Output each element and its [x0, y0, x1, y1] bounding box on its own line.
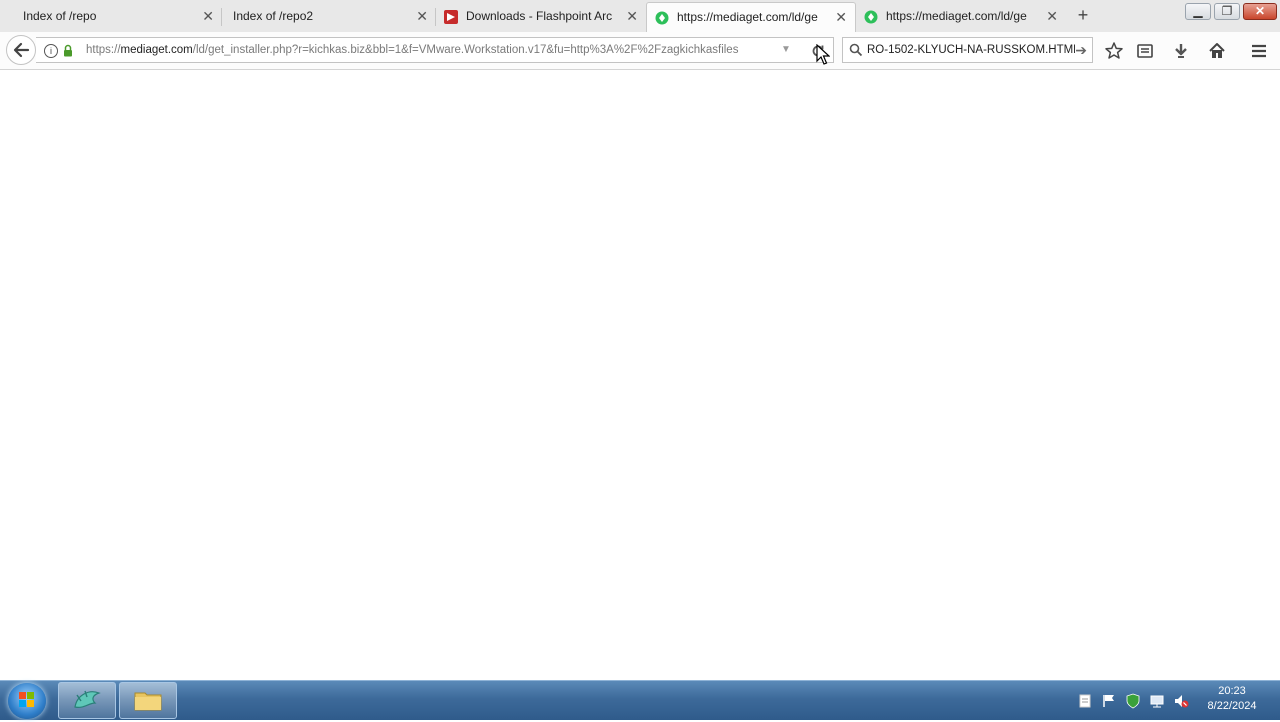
lock-icon[interactable] [63, 44, 73, 57]
browser-dragon-icon [74, 690, 101, 709]
search-bar[interactable]: RO-1502-KLYUCH-NA-RUSSKOM.HTML ➔ [842, 37, 1093, 63]
network-icon[interactable] [1149, 693, 1165, 709]
windows-logo-icon [19, 692, 34, 707]
close-icon: ✕ [1254, 4, 1266, 18]
tab-strip: Index of /repo ✕ Index of /repo2 ✕ Downl… [0, 0, 1280, 32]
clock-date: 8/22/2024 [1207, 700, 1257, 712]
mouse-cursor-icon [816, 44, 830, 65]
search-icon [849, 43, 863, 57]
tab-close-icon[interactable]: ✕ [626, 8, 638, 24]
search-input[interactable]: RO-1502-KLYUCH-NA-RUSSKOM.HTML [867, 44, 1075, 56]
restore-button[interactable]: ❐ [1214, 3, 1240, 20]
history-dropdown-icon[interactable]: ▼ [781, 44, 791, 55]
tab-close-icon[interactable]: ✕ [835, 9, 847, 25]
close-window-button[interactable]: ✕ [1243, 3, 1277, 20]
tab-title: Downloads - Flashpoint Arc [466, 9, 613, 23]
info-icon[interactable]: i [44, 44, 58, 58]
tab-mediaget-active[interactable]: https://mediaget.com/ld/ge ✕ [646, 2, 856, 32]
tab-close-icon[interactable]: ✕ [416, 8, 428, 24]
taskbar: 20:23 8/22/2024 [0, 680, 1280, 720]
bookmarks-menu-icon[interactable] [1135, 41, 1155, 61]
start-button[interactable] [8, 683, 46, 719]
home-icon[interactable] [1207, 41, 1227, 61]
back-button[interactable] [6, 35, 36, 65]
clock-time: 20:23 [1218, 685, 1246, 697]
tab-close-icon[interactable]: ✕ [202, 8, 214, 24]
minimize-button[interactable]: ▁ [1185, 3, 1211, 20]
navigation-toolbar: i https://mediaget.com/ld/get_installer.… [0, 32, 1280, 70]
new-tab-button[interactable]: + [1073, 6, 1093, 26]
url-text[interactable]: https://mediaget.com/ld/get_installer.ph… [86, 44, 776, 56]
url-path: /ld/get_installer.php?r=kichkas.biz&bbl=… [192, 44, 739, 56]
action-center-flag-icon[interactable] [1101, 693, 1117, 709]
security-shield-icon[interactable] [1125, 693, 1141, 709]
flashpoint-icon [444, 10, 458, 24]
tab-index-repo[interactable]: Index of /repo ✕ [6, 2, 222, 32]
url-domain: mediaget.com [120, 44, 193, 56]
hamburger-menu-icon[interactable] [1249, 41, 1269, 61]
system-clock[interactable]: 20:23 8/22/2024 [1200, 684, 1264, 714]
tab-close-icon[interactable]: ✕ [1046, 8, 1058, 24]
tab-mediaget-second[interactable]: https://mediaget.com/ld/ge ✕ [856, 2, 1066, 32]
tab-index-repo2[interactable]: Index of /repo2 ✕ [222, 2, 436, 32]
url-prefix: https:// [86, 44, 121, 56]
document-tray-icon[interactable] [1077, 693, 1093, 709]
tab-title: Index of /repo [23, 9, 97, 23]
taskbar-explorer-button[interactable] [119, 682, 177, 719]
folder-icon [134, 692, 162, 711]
taskbar-app-button[interactable] [58, 682, 116, 719]
volume-muted-icon[interactable] [1173, 693, 1189, 709]
address-bar[interactable]: i https://mediaget.com/ld/get_installer.… [36, 37, 834, 63]
search-go-arrow-icon[interactable]: ➔ [1075, 42, 1087, 59]
page-content-area[interactable] [0, 70, 1280, 680]
mediaget-icon [864, 10, 878, 24]
restore-icon: ❐ [1221, 4, 1233, 18]
tab-title: Index of /repo2 [233, 9, 314, 23]
tab-title: https://mediaget.com/ld/ge [677, 10, 818, 24]
back-arrow-icon [13, 42, 30, 58]
mediaget-icon [655, 11, 669, 25]
tab-title: https://mediaget.com/ld/ge [886, 9, 1027, 23]
bookmark-star-icon[interactable] [1104, 41, 1124, 61]
minimize-icon: ▁ [1193, 4, 1203, 18]
downloads-icon[interactable] [1171, 41, 1191, 61]
tab-flashpoint-downloads[interactable]: Downloads - Flashpoint Arc ✕ [436, 2, 646, 32]
